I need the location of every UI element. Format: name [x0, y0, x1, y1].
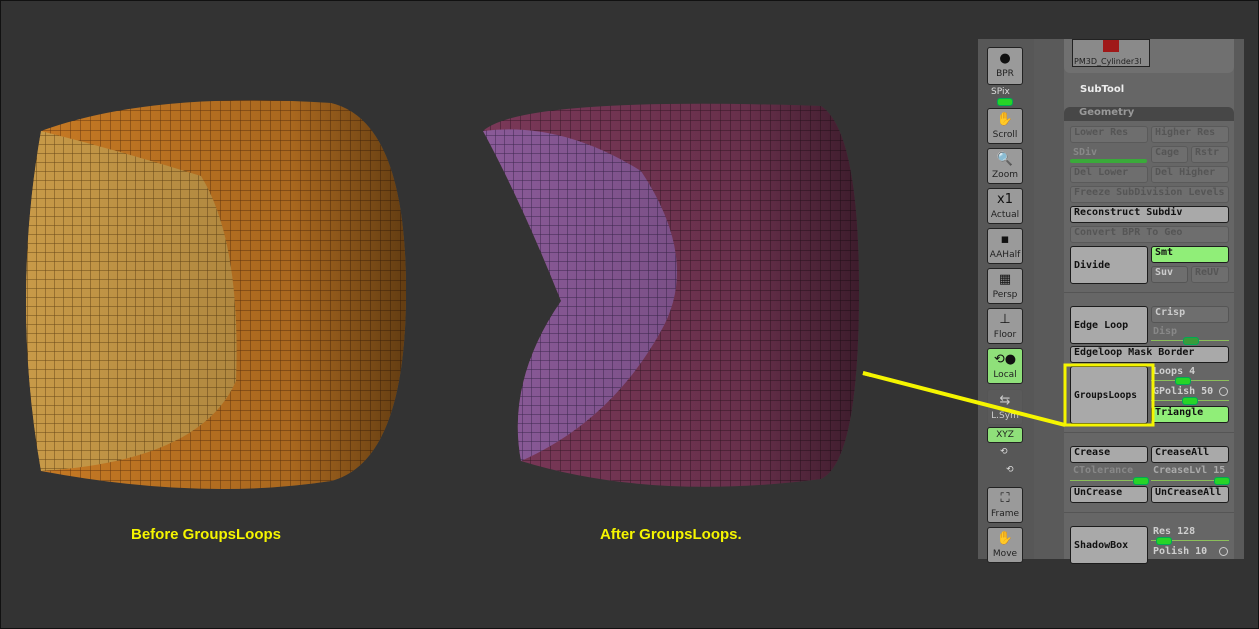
divider	[1064, 512, 1234, 513]
suv-toggle[interactable]: Suv	[1151, 266, 1188, 283]
divider	[1064, 432, 1234, 433]
loops-slider[interactable]	[1175, 377, 1191, 385]
reuv-button[interactable]: ReUV	[1191, 266, 1229, 283]
rstr-button[interactable]: Rstr	[1191, 146, 1229, 163]
perspective-grid-icon: ▦	[998, 272, 1012, 287]
screenshot: Before GroupsLoops After GroupsLoops. ● B…	[0, 0, 1259, 629]
callout-line	[862, 371, 871, 377]
magnifier-icon: 🔍	[996, 152, 1014, 167]
crease-all-button[interactable]: CreaseAll	[1151, 446, 1229, 463]
scroll-button[interactable]: ✋ Scroll	[987, 108, 1023, 144]
lsym-icon: ⇆	[999, 393, 1011, 408]
geometry-header[interactable]: Geometry	[1064, 107, 1234, 121]
before-mesh-image	[26, 100, 871, 489]
local-button[interactable]: ⟲● Local	[987, 348, 1023, 384]
actual-size-icon: x1	[997, 192, 1013, 207]
loops-slider-label: Loops 4	[1153, 366, 1196, 377]
after-caption: After GroupsLoops.	[600, 526, 742, 543]
crisp-toggle[interactable]: Crisp	[1151, 306, 1229, 323]
uncrease-all-button[interactable]: UnCreaseAll	[1151, 486, 1229, 503]
floor-icon: ⊥	[999, 312, 1011, 327]
freeze-subdivision-button[interactable]: Freeze SubDivision Levels	[1070, 186, 1229, 203]
floor-button[interactable]: ⊥ Floor	[987, 308, 1023, 344]
frame-icon: ⛶	[1000, 491, 1010, 506]
convert-bpr-button[interactable]: Convert BPR To Geo	[1070, 226, 1229, 243]
reconstruct-subdiv-button[interactable]: Reconstruct Subdiv	[1070, 206, 1229, 223]
res-slider[interactable]	[1156, 537, 1172, 545]
subtool-thumbnail-area: PM3D_Cylinder3l	[1064, 39, 1234, 73]
subtool-thumbnail[interactable]: PM3D_Cylinder3l	[1072, 39, 1150, 67]
disp-label: Disp	[1153, 326, 1178, 337]
frame-button[interactable]: ⛶ Frame	[987, 487, 1023, 523]
triangle-toggle[interactable]: Triangle	[1151, 406, 1229, 423]
before-caption: Before GroupsLoops	[131, 526, 282, 543]
divider	[1064, 292, 1234, 293]
ctolerance-label: CTolerance	[1073, 465, 1134, 476]
rotate-y-icon[interactable]: ⟲	[1000, 447, 1008, 457]
rotate-z-icon[interactable]: ⟲	[1006, 465, 1014, 475]
lsym-button[interactable]: ⇆ L.Sym	[987, 389, 1023, 425]
edge-loop-button[interactable]: Edge Loop	[1070, 306, 1148, 344]
del-lower-button[interactable]: Del Lower	[1070, 166, 1148, 183]
move-button[interactable]: ✋ Move	[987, 527, 1023, 563]
subtool-header[interactable]: SubTool	[1080, 84, 1124, 95]
ctolerance-slider[interactable]	[1133, 477, 1149, 485]
polish-slider-label: Polish 10	[1153, 546, 1208, 557]
spix-label: SPix	[991, 87, 1010, 97]
higher-res-button[interactable]: Higher Res	[1151, 126, 1229, 143]
gpolish-slider-label: GPolish 50	[1153, 386, 1214, 397]
lower-res-button[interactable]: Lower Res	[1070, 126, 1148, 143]
aahalf-button[interactable]: ▪ AAHalf	[987, 228, 1023, 264]
sdiv-slider[interactable]	[1070, 159, 1147, 163]
crease-level-label: CreaseLvl 15	[1153, 465, 1226, 476]
groupsloops-button[interactable]: GroupsLoops	[1070, 366, 1148, 424]
persp-button[interactable]: ▦ Persp	[987, 268, 1023, 304]
zbrush-ui: ● BPR SPix ✋ Scroll 🔍 Zoom x1 Actual ▪ AAHalf…	[978, 39, 1244, 564]
disp-slider[interactable]	[1183, 337, 1199, 345]
aahalf-icon: ▪	[1000, 232, 1010, 247]
zoom-button[interactable]: 🔍 Zoom	[987, 148, 1023, 184]
crease-level-slider[interactable]	[1214, 477, 1230, 485]
res-slider-label: Res 128	[1153, 526, 1196, 537]
polish-curve-toggle-icon[interactable]	[1219, 547, 1228, 556]
bpr-icon: ●	[999, 51, 1011, 66]
bpr-button[interactable]: ● BPR	[987, 47, 1023, 85]
cylinder-thumbnail-icon	[1103, 40, 1119, 52]
spix-slider[interactable]	[997, 98, 1013, 106]
gpolish-curve-toggle-icon[interactable]	[1219, 387, 1228, 396]
uncrease-button[interactable]: UnCrease	[1070, 486, 1148, 503]
tool-palette: PM3D_Cylinder3l SubTool Geometry Lower R…	[1064, 39, 1234, 564]
hand-icon: ✋	[996, 112, 1014, 127]
del-higher-button[interactable]: Del Higher	[1151, 166, 1229, 183]
actual-button[interactable]: x1 Actual	[987, 188, 1023, 224]
crease-button[interactable]: Crease	[1070, 446, 1148, 463]
move-hand-icon: ✋	[996, 531, 1014, 546]
sdiv-label: SDiv	[1073, 147, 1098, 158]
xyz-button[interactable]: XYZ	[987, 427, 1023, 443]
right-shelf: ● BPR SPix ✋ Scroll 🔍 Zoom x1 Actual ▪ AAHalf…	[978, 39, 1034, 563]
edgeloop-mask-border-button[interactable]: Edgeloop Mask Border	[1070, 346, 1229, 363]
local-icon: ⟲●	[993, 352, 1017, 367]
gpolish-slider[interactable]	[1182, 397, 1198, 405]
cage-button[interactable]: Cage	[1151, 146, 1188, 163]
smt-toggle[interactable]: Smt	[1151, 246, 1229, 263]
divide-button[interactable]: Divide	[1070, 246, 1148, 284]
shadowbox-button[interactable]: ShadowBox	[1070, 526, 1148, 564]
